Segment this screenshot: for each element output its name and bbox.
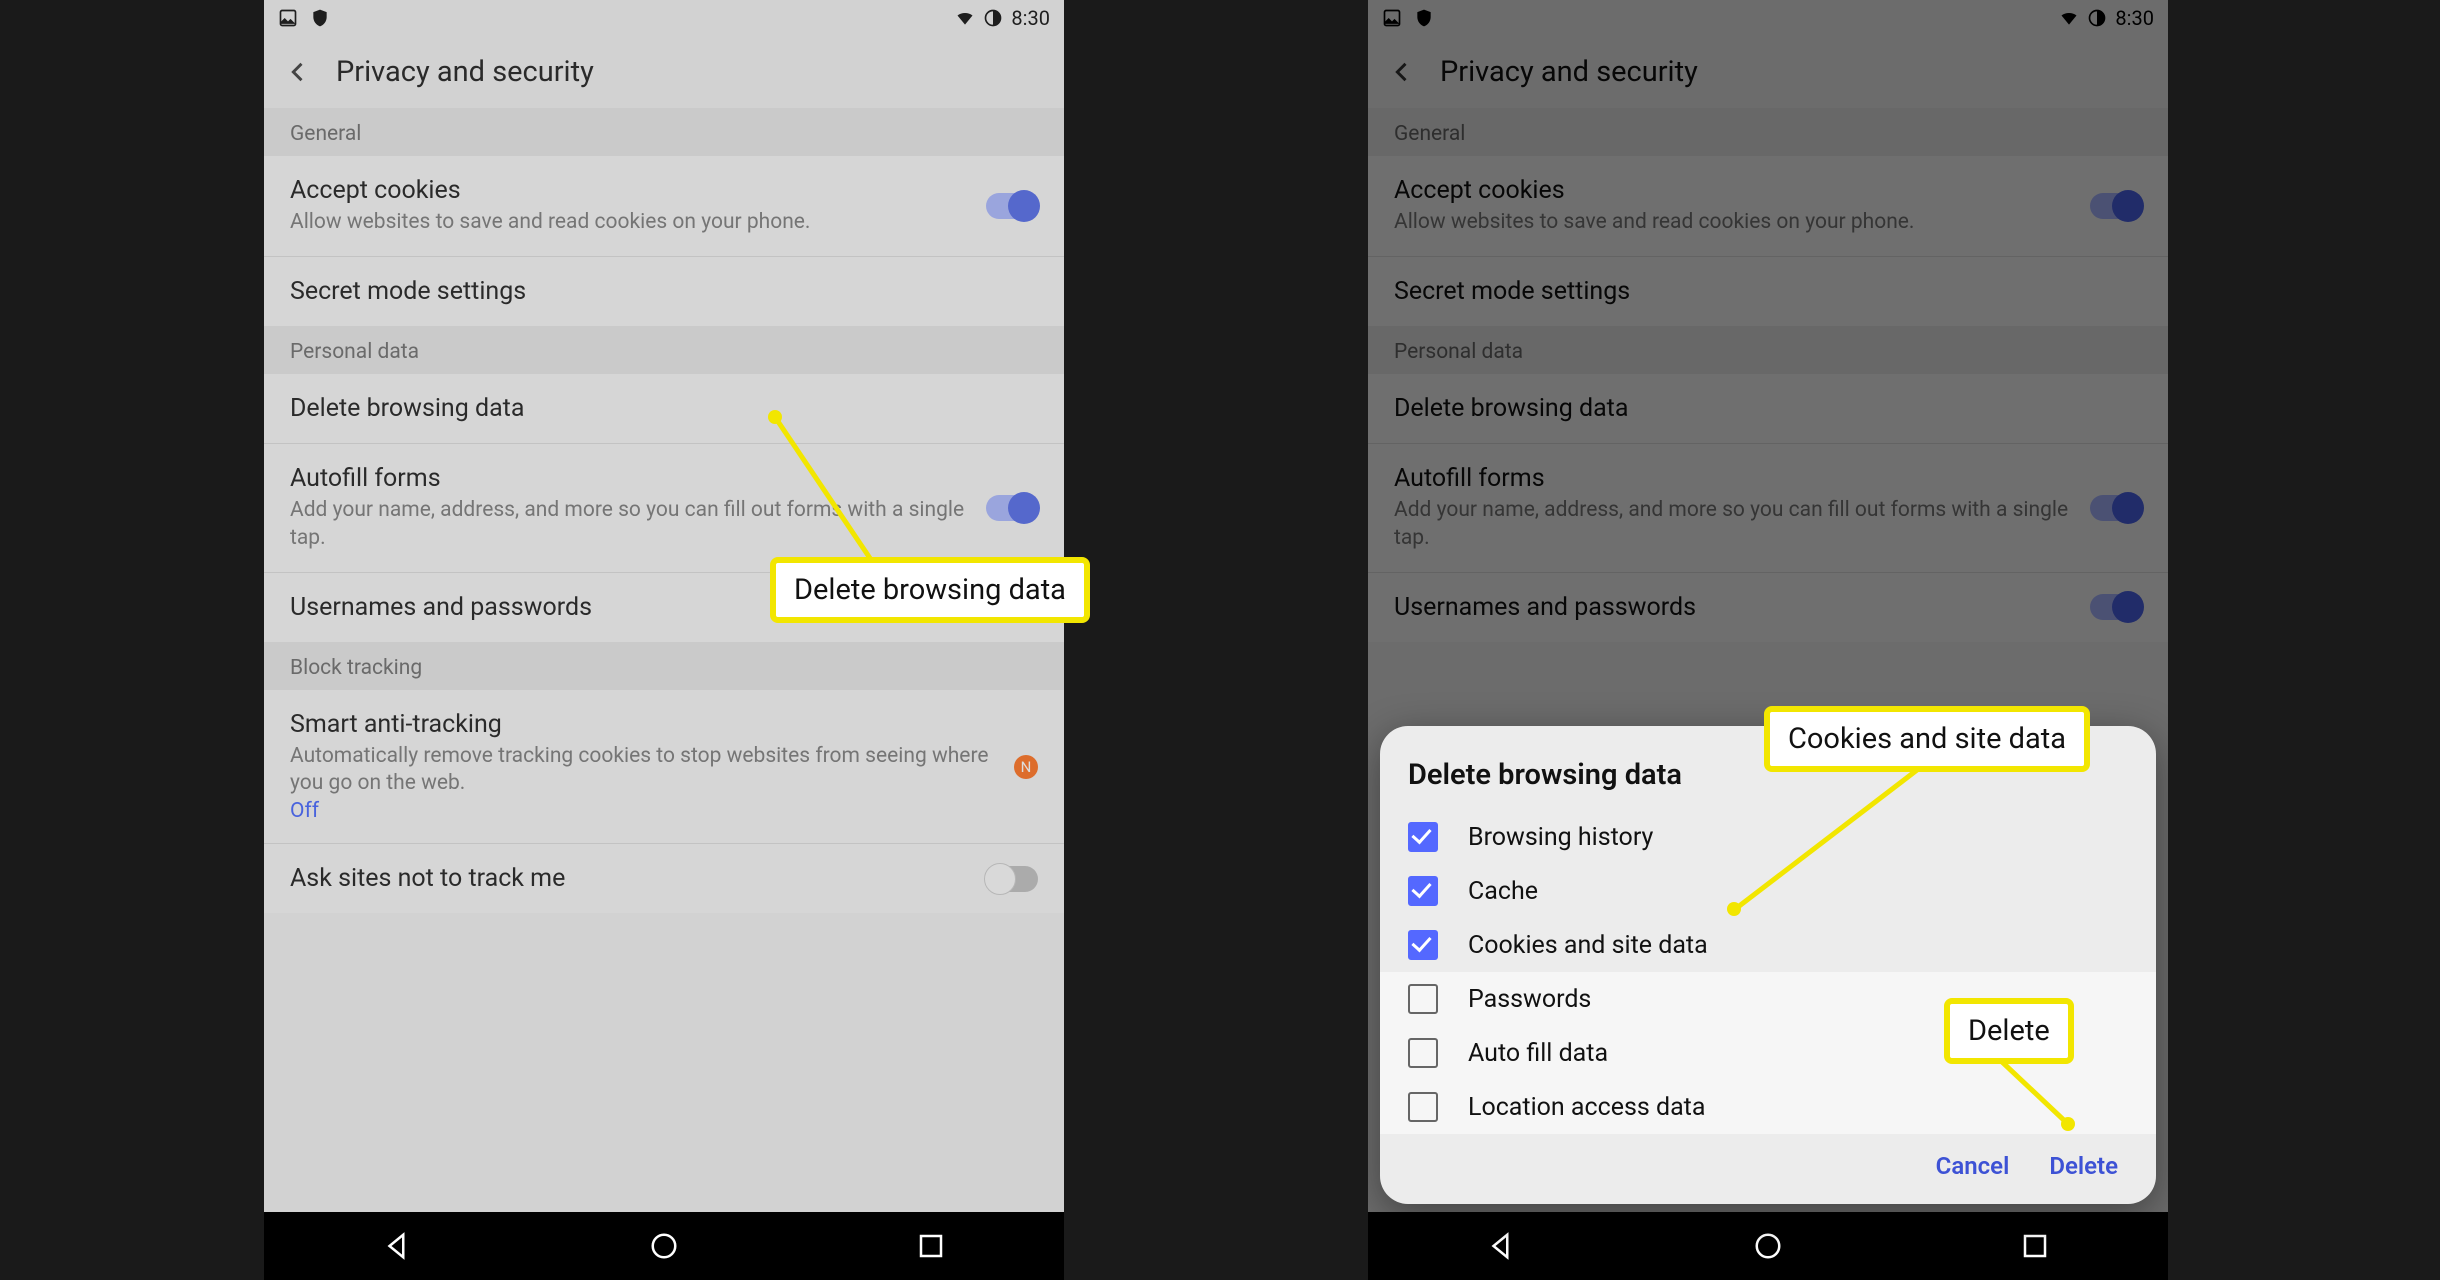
row-title: Autofill forms	[1394, 464, 2070, 493]
row-title: Delete browsing data	[290, 394, 1038, 423]
dialog-cancel-button[interactable]: Cancel	[1936, 1152, 2010, 1180]
row-autofill-forms[interactable]: Autofill forms Add your name, address, a…	[1368, 444, 2168, 573]
callout-dot	[2061, 1117, 2075, 1131]
section-general: General	[264, 108, 1064, 156]
toggle-autofill[interactable]	[986, 495, 1038, 521]
callout-delete-button: Delete	[1944, 998, 2074, 1064]
row-subtitle: Add your name, address, and more so you …	[1394, 497, 2070, 552]
row-subtitle: Add your name, address, and more so you …	[290, 497, 966, 552]
checkbox-passwords[interactable]	[1408, 984, 1438, 1014]
delete-browsing-data-dialog: Delete browsing data Browsing history Ca…	[1380, 726, 2156, 1204]
image-icon	[1382, 8, 1402, 28]
shield-icon	[1414, 8, 1434, 28]
row-accept-cookies[interactable]: Accept cookies Allow websites to save an…	[264, 156, 1064, 257]
phone-screenshot-left: 8:30 Privacy and security General Accept…	[264, 0, 1064, 1280]
row-do-not-track[interactable]: Ask sites not to track me	[264, 844, 1064, 913]
status-bar: 8:30	[264, 0, 1064, 36]
status-time: 8:30	[1011, 6, 1050, 30]
row-title: Smart anti-tracking	[290, 710, 1002, 739]
toggle-autofill[interactable]	[2090, 495, 2142, 521]
row-secret-mode[interactable]: Secret mode settings	[264, 257, 1064, 326]
back-icon[interactable]	[284, 58, 312, 86]
row-accept-cookies[interactable]: Accept cookies Allow websites to save an…	[1368, 156, 2168, 257]
row-delete-browsing-data[interactable]: Delete browsing data	[1368, 374, 2168, 444]
section-general: General	[1368, 108, 2168, 156]
dialog-delete-button[interactable]: Delete	[2049, 1152, 2118, 1180]
callout-cookies-site-data: Cookies and site data	[1764, 706, 2090, 772]
toggle-accept-cookies[interactable]	[986, 193, 1038, 219]
shield-icon	[310, 8, 330, 28]
dialog-item-cookies[interactable]: Cookies and site data	[1408, 918, 2128, 972]
row-secret-mode[interactable]: Secret mode settings	[1368, 257, 2168, 326]
wifi-icon	[955, 8, 975, 28]
battery-icon	[2087, 8, 2107, 28]
nav-back-icon[interactable]	[1486, 1231, 1516, 1261]
dialog-item-location[interactable]: Location access data	[1408, 1080, 2128, 1134]
toggle-usernames-passwords[interactable]	[2090, 594, 2142, 620]
row-subtitle: Automatically remove tracking cookies to…	[290, 743, 1002, 798]
phone-screenshot-right: 8:30 Privacy and security General Accept…	[1368, 0, 2168, 1280]
row-title: Accept cookies	[1394, 176, 2070, 205]
dialog-item-history[interactable]: Browsing history	[1408, 810, 2128, 864]
page-title: Privacy and security	[1440, 55, 1698, 89]
checkbox-label: Auto fill data	[1468, 1039, 1608, 1068]
callout-dot	[768, 410, 782, 424]
nav-back-icon[interactable]	[382, 1231, 412, 1261]
section-personal: Personal data	[264, 326, 1064, 374]
checkbox-history[interactable]	[1408, 822, 1438, 852]
new-badge: N	[1014, 755, 1038, 779]
app-bar: Privacy and security	[1368, 36, 2168, 108]
back-icon[interactable]	[1388, 58, 1416, 86]
row-autofill-forms[interactable]: Autofill forms Add your name, address, a…	[264, 444, 1064, 573]
row-title: Ask sites not to track me	[290, 864, 966, 893]
image-icon	[278, 8, 298, 28]
checkbox-label: Cache	[1468, 877, 1538, 906]
row-title: Accept cookies	[290, 176, 966, 205]
row-usernames-passwords[interactable]: Usernames and passwords	[1368, 573, 2168, 642]
section-block-tracking: Block tracking	[264, 642, 1064, 690]
row-subtitle: Allow websites to save and read cookies …	[290, 209, 966, 236]
row-delete-browsing-data[interactable]: Delete browsing data	[264, 374, 1064, 444]
checkbox-label: Location access data	[1468, 1093, 1705, 1122]
row-title: Autofill forms	[290, 464, 966, 493]
callout-dot	[1727, 902, 1741, 916]
nav-recent-icon[interactable]	[916, 1231, 946, 1261]
toggle-accept-cookies[interactable]	[2090, 193, 2142, 219]
android-nav-bar	[264, 1212, 1064, 1280]
app-bar: Privacy and security	[264, 36, 1064, 108]
checkbox-location[interactable]	[1408, 1092, 1438, 1122]
wifi-icon	[2059, 8, 2079, 28]
checkbox-cache[interactable]	[1408, 876, 1438, 906]
row-title: Secret mode settings	[290, 277, 1038, 306]
dialog-item-cache[interactable]: Cache	[1408, 864, 2128, 918]
checkbox-autofill[interactable]	[1408, 1038, 1438, 1068]
row-title: Secret mode settings	[1394, 277, 2142, 306]
nav-home-icon[interactable]	[1753, 1231, 1783, 1261]
status-bar: 8:30	[1368, 0, 2168, 36]
page-title: Privacy and security	[336, 55, 594, 89]
checkbox-label: Passwords	[1468, 985, 1591, 1014]
status-time: 8:30	[2115, 6, 2154, 30]
checkbox-label: Cookies and site data	[1468, 931, 1708, 960]
section-personal: Personal data	[1368, 326, 2168, 374]
row-subtitle: Allow websites to save and read cookies …	[1394, 209, 2070, 236]
row-title: Usernames and passwords	[1394, 593, 2070, 622]
nav-recent-icon[interactable]	[2020, 1231, 2050, 1261]
battery-icon	[983, 8, 1003, 28]
toggle-do-not-track[interactable]	[986, 866, 1038, 892]
nav-home-icon[interactable]	[649, 1231, 679, 1261]
checkbox-label: Browsing history	[1468, 823, 1653, 852]
row-smart-anti-tracking[interactable]: Smart anti-tracking Automatically remove…	[264, 690, 1064, 845]
callout-delete-browsing-data: Delete browsing data	[770, 557, 1090, 623]
checkbox-cookies[interactable]	[1408, 930, 1438, 960]
row-status: Off	[290, 799, 1002, 823]
row-title: Delete browsing data	[1394, 394, 2142, 423]
android-nav-bar	[1368, 1212, 2168, 1280]
